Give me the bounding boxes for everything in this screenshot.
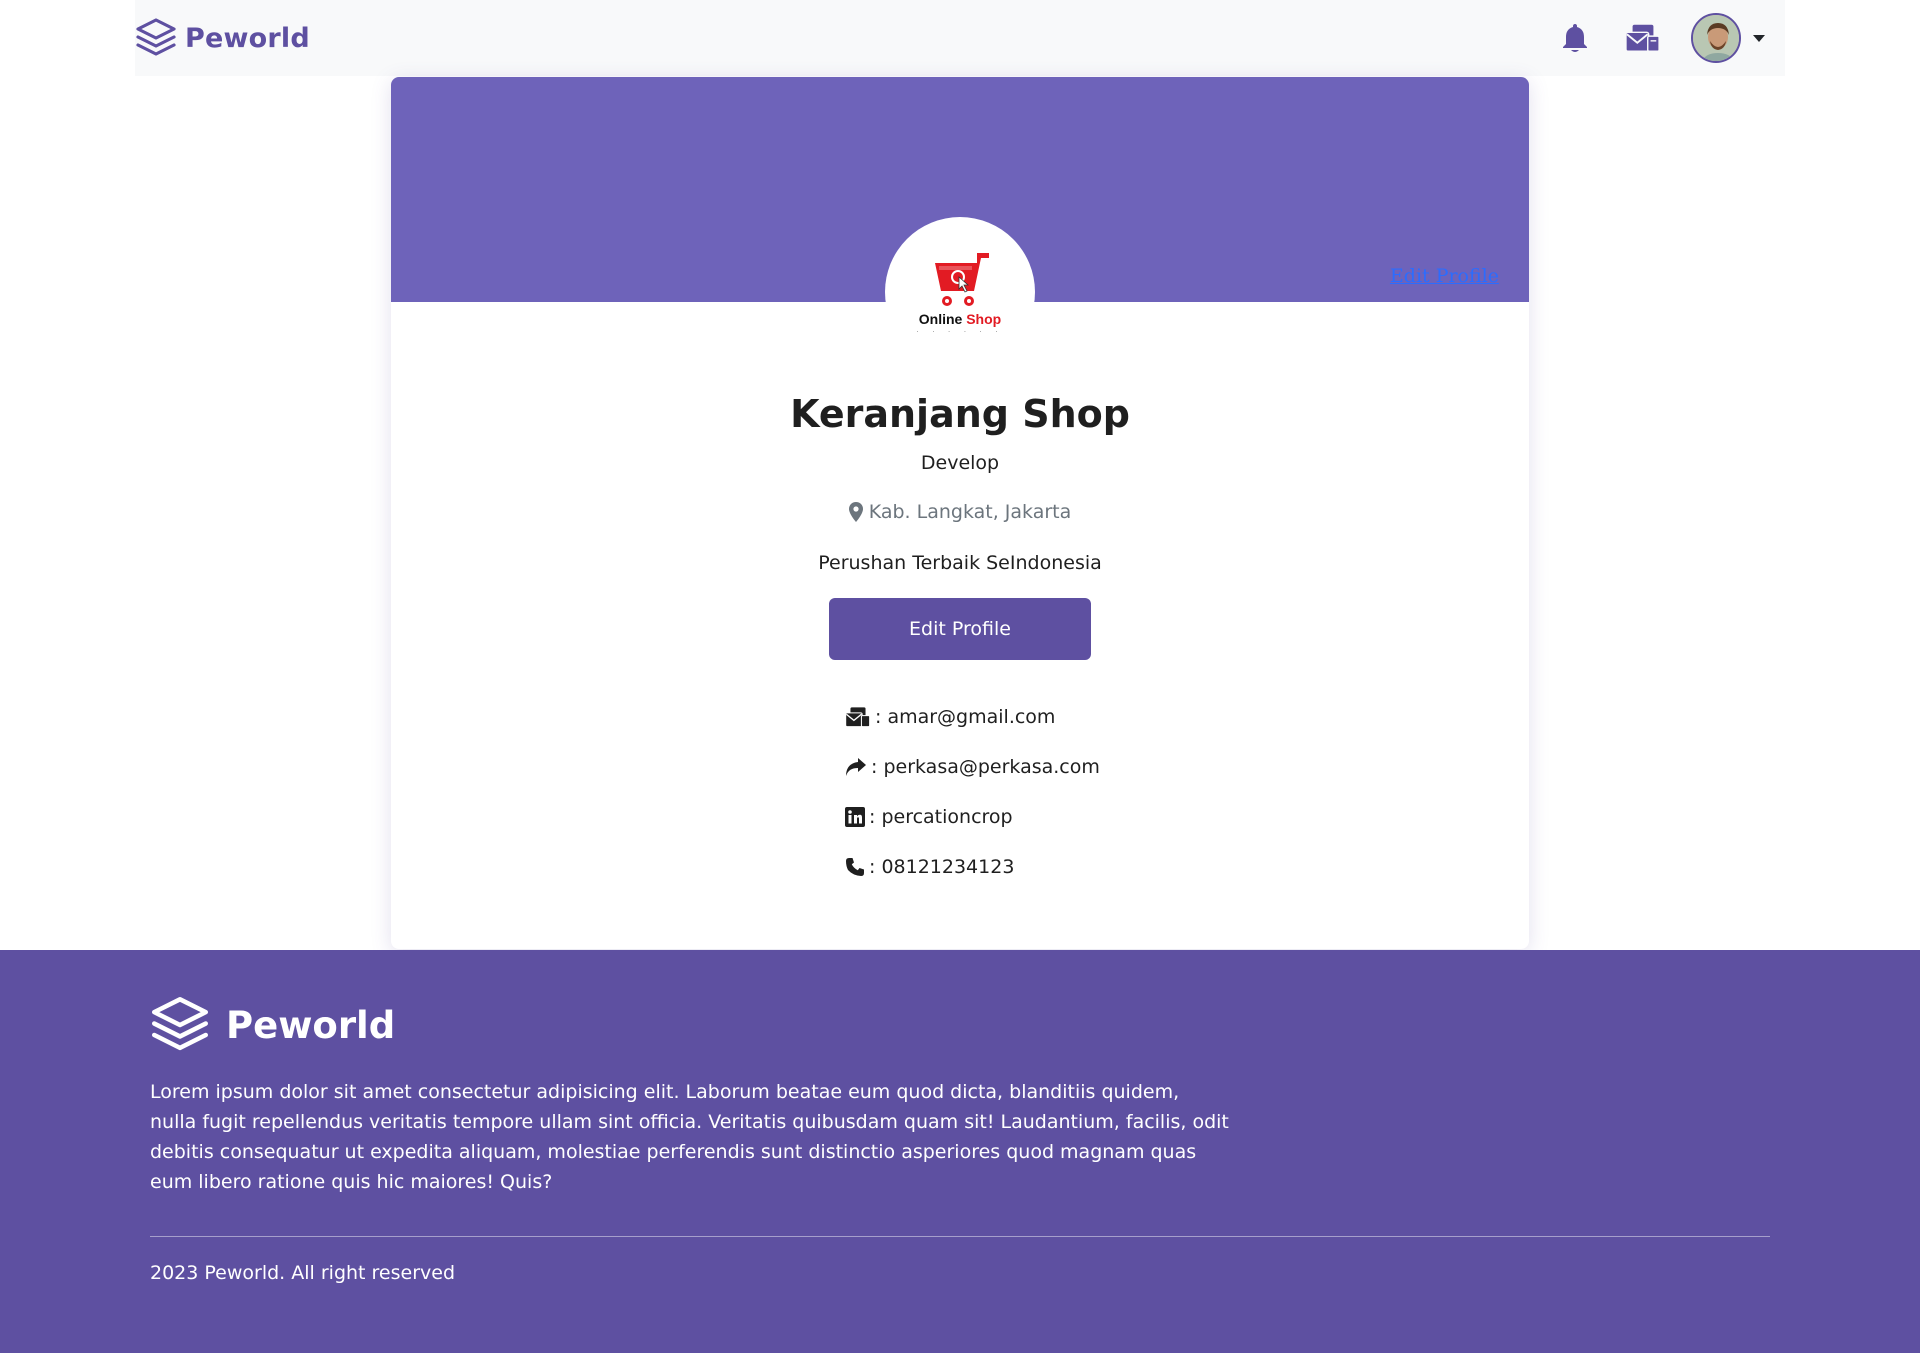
notification-bell-icon[interactable] <box>1557 20 1593 56</box>
edit-profile-button[interactable]: Edit Profile <box>829 598 1091 660</box>
footer-copyright: 2023 Peworld. All right reserved <box>150 1262 456 1284</box>
shop-description: Perushan Terbaik SeIndonesia <box>818 552 1102 574</box>
footer-brand-name: Peworld <box>226 1003 396 1047</box>
footer: Peworld Lorem ipsum dolor sit amet conse… <box>0 950 1920 1353</box>
mail-icon <box>845 707 871 728</box>
contact-linkedin-text[interactable]: : percationcrop <box>869 806 1013 828</box>
shop-location: Kab. Langkat, Jakarta <box>391 501 1529 523</box>
shop-role: Develop <box>920 452 1000 474</box>
footer-description: Lorem ipsum dolor sit amet consectetur a… <box>150 1081 1229 1193</box>
phone-icon <box>846 858 864 876</box>
logo-dots: · · · · · · <box>916 328 1004 336</box>
avatar[interactable] <box>1691 13 1741 63</box>
company-logo: Online Shop · · · · · · <box>885 217 1035 367</box>
caret-down-icon[interactable] <box>1753 34 1765 42</box>
contact-phone: : 08121234123 <box>845 842 1100 892</box>
contact-website-text[interactable]: : perkasa@perkasa.com <box>871 756 1100 778</box>
banner-edit-profile-link[interactable]: Edit Profile <box>1390 265 1499 287</box>
peworld-logo-icon <box>136 18 176 56</box>
map-pin-icon <box>848 502 863 522</box>
linkedin-icon <box>845 807 865 827</box>
peworld-logo-icon <box>152 997 208 1051</box>
contact-email-text[interactable]: : amar@gmail.com <box>875 706 1055 728</box>
brand-name: Peworld <box>185 22 310 54</box>
shopping-cart-icon <box>935 252 989 306</box>
shop-name: Keranjang Shop <box>790 392 1130 436</box>
logo-text: Online Shop <box>919 311 1001 327</box>
navbar: Peworld <box>135 0 1785 76</box>
share-icon <box>846 758 866 776</box>
logo-word-shop: Shop <box>966 310 1002 327</box>
logo-word-online: Online <box>918 310 963 327</box>
footer-divider <box>150 1236 1770 1237</box>
mail-icon[interactable] <box>1625 20 1661 56</box>
contact-list: : amar@gmail.com : perkasa@perkasa.com :… <box>845 692 1100 892</box>
contact-phone-text[interactable]: : 08121234123 <box>869 856 1014 878</box>
location-text: Kab. Langkat, Jakarta <box>868 501 1072 523</box>
contact-email: : amar@gmail.com <box>845 692 1100 742</box>
contact-website: : perkasa@perkasa.com <box>845 742 1100 792</box>
footer-brand[interactable]: Peworld <box>150 995 395 1055</box>
profile-card: Edit Profile Online Shop · · · · · · Ker… <box>391 77 1529 949</box>
contact-linkedin: : percationcrop <box>845 792 1100 842</box>
brand-logo[interactable]: Peworld <box>135 17 310 59</box>
